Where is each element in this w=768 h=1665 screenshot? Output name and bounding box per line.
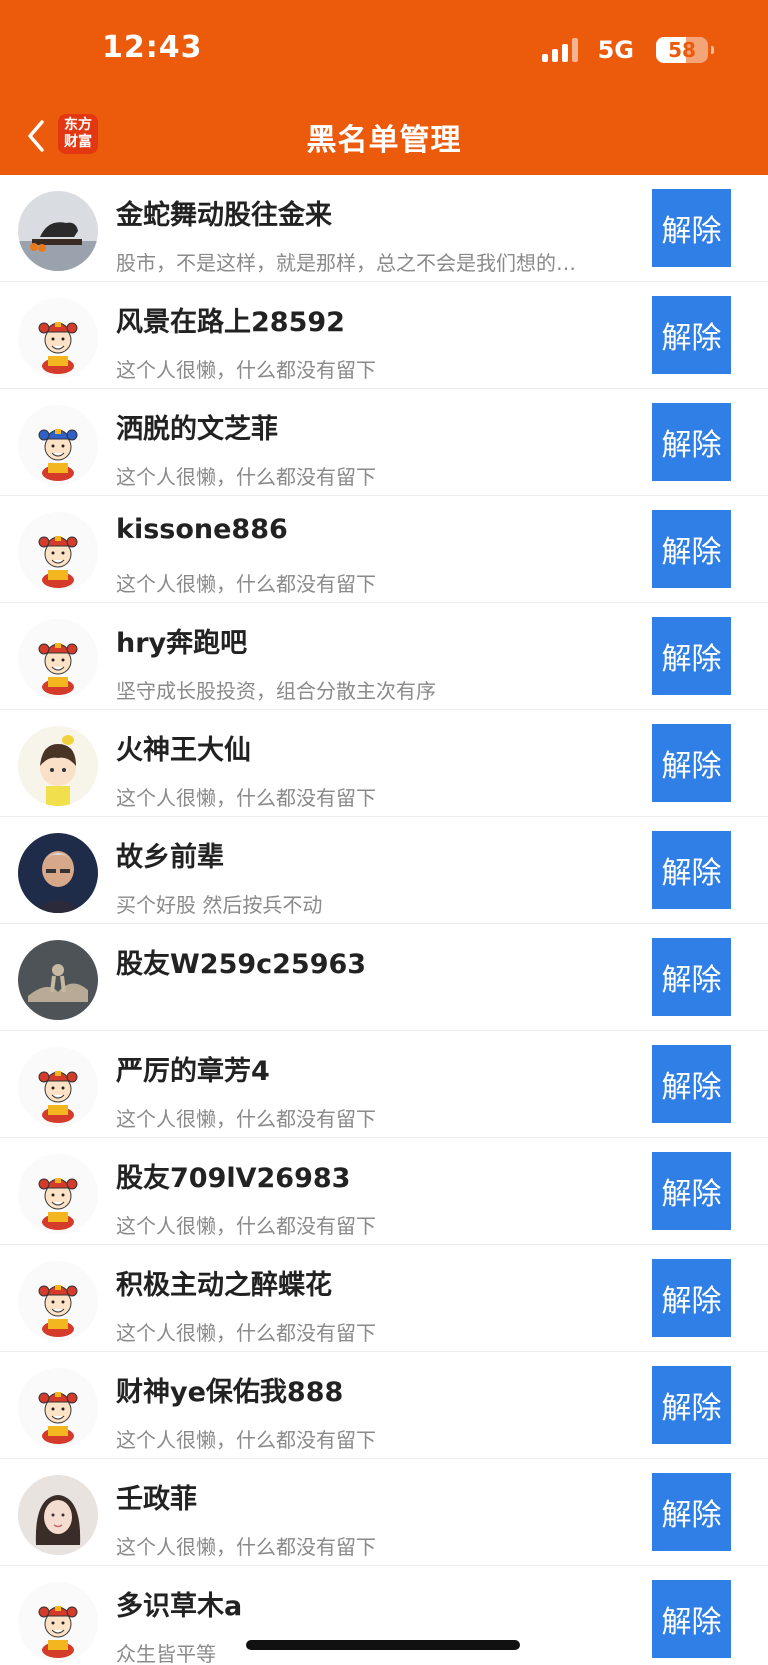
user-name[interactable]: 股友W259c25963 bbox=[116, 942, 366, 981]
user-name[interactable]: 风景在路上28592 bbox=[116, 300, 345, 339]
user-name[interactable]: 财神ye保佑我888 bbox=[116, 1370, 343, 1409]
unblock-button[interactable]: 解除 bbox=[652, 510, 731, 588]
unblock-button[interactable]: 解除 bbox=[652, 403, 731, 481]
user-signature: 坚守成长股投资，组合分散主次有序 bbox=[116, 679, 436, 703]
user-name[interactable]: hry奔跑吧 bbox=[116, 621, 247, 660]
status-icons: 5G 58 bbox=[541, 36, 714, 64]
user-signature: 这个人很懒，什么都没有留下 bbox=[116, 1214, 376, 1238]
unblock-button[interactable]: 解除 bbox=[652, 938, 731, 1016]
unblock-button[interactable]: 解除 bbox=[652, 617, 731, 695]
avatar[interactable] bbox=[18, 1368, 98, 1448]
list-item[interactable]: 积极主动之醉蝶花这个人很懒，什么都没有留下 解除 bbox=[0, 1245, 768, 1352]
list-item[interactable]: 股友W259c25963 解除 bbox=[0, 924, 768, 1031]
user-name[interactable]: 股友709lV26983 bbox=[116, 1156, 350, 1195]
unblock-button[interactable]: 解除 bbox=[652, 1259, 731, 1337]
avatar[interactable] bbox=[18, 1475, 98, 1555]
home-indicator[interactable] bbox=[246, 1640, 520, 1650]
list-item[interactable]: 故乡前辈买个好股 然后按兵不动 解除 bbox=[0, 817, 768, 924]
blacklist: 金蛇舞动股往金来股市，不是这样，就是那样，总之不会是我们想的… 解除 风景在路上2… bbox=[0, 175, 768, 1665]
unblock-button[interactable]: 解除 bbox=[652, 189, 731, 267]
header: 12:43 5G 58 东方 财富 黑名单管理 bbox=[0, 0, 768, 175]
avatar[interactable] bbox=[18, 619, 98, 699]
user-name[interactable]: 火神王大仙 bbox=[116, 728, 251, 767]
unblock-button[interactable]: 解除 bbox=[652, 1580, 731, 1658]
network-label: 5G bbox=[597, 36, 634, 64]
signal-icon bbox=[541, 38, 578, 62]
unblock-button[interactable]: 解除 bbox=[652, 724, 731, 802]
list-item[interactable]: 火神王大仙这个人很懒，什么都没有留下 解除 bbox=[0, 710, 768, 817]
user-name[interactable]: 积极主动之醉蝶花 bbox=[116, 1263, 332, 1302]
battery-icon: 58 bbox=[656, 37, 714, 63]
list-item[interactable]: 股友709lV26983 这个人很懒，什么都没有留下 解除 bbox=[0, 1138, 768, 1245]
unblock-button[interactable]: 解除 bbox=[652, 1045, 731, 1123]
unblock-button[interactable]: 解除 bbox=[652, 1152, 731, 1230]
user-signature: 这个人很懒，什么都没有留下 bbox=[116, 1321, 376, 1345]
avatar[interactable] bbox=[18, 1047, 98, 1127]
user-name[interactable]: 故乡前辈 bbox=[116, 835, 224, 874]
user-name[interactable]: 洒脱的文芝菲 bbox=[116, 407, 278, 446]
blacklist-screen: 12:43 5G 58 东方 财富 黑名单管理 金蛇舞动股往金来 股市，不是这样… bbox=[0, 0, 768, 1665]
user-signature: 这个人很懒，什么都没有留下 bbox=[116, 1535, 376, 1559]
avatar[interactable] bbox=[18, 1261, 98, 1341]
unblock-button[interactable]: 解除 bbox=[652, 296, 731, 374]
user-name[interactable]: 壬政菲 bbox=[116, 1477, 197, 1516]
list-item[interactable]: 洒脱的文芝菲这个人很懒，什么都没有留下 解除 bbox=[0, 389, 768, 496]
user-signature: 这个人很懒，什么都没有留下 bbox=[116, 572, 376, 596]
user-name[interactable]: 金蛇舞动股往金来 bbox=[116, 193, 332, 232]
user-name[interactable]: 严厉的章芳4 bbox=[116, 1049, 270, 1088]
user-name[interactable]: kissone886 bbox=[116, 514, 288, 545]
unblock-button[interactable]: 解除 bbox=[652, 831, 731, 909]
avatar[interactable] bbox=[18, 405, 98, 485]
user-signature: 这个人很懒，什么都没有留下 bbox=[116, 1107, 376, 1131]
avatar[interactable] bbox=[18, 1582, 98, 1662]
list-item[interactable]: 严厉的章芳4 这个人很懒，什么都没有留下 解除 bbox=[0, 1031, 768, 1138]
avatar[interactable] bbox=[18, 512, 98, 592]
user-signature: 这个人很懒，什么都没有留下 bbox=[116, 786, 376, 810]
list-item[interactable]: 金蛇舞动股往金来股市，不是这样，就是那样，总之不会是我们想的… 解除 bbox=[0, 175, 768, 282]
user-signature: 股市，不是这样，就是那样，总之不会是我们想的… bbox=[116, 251, 576, 275]
user-signature: 这个人很懒，什么都没有留下 bbox=[116, 1428, 376, 1452]
list-item[interactable]: kissone886 这个人很懒，什么都没有留下 解除 bbox=[0, 496, 768, 603]
user-signature: 这个人很懒，什么都没有留下 bbox=[116, 465, 376, 489]
battery-level: 58 bbox=[668, 38, 696, 62]
list-item[interactable]: 多识草木a 众生皆平等 解除 bbox=[0, 1566, 768, 1665]
unblock-button[interactable]: 解除 bbox=[652, 1366, 731, 1444]
list-item[interactable]: 财神ye保佑我888 这个人很懒，什么都没有留下 解除 bbox=[0, 1352, 768, 1459]
avatar[interactable] bbox=[18, 191, 98, 271]
list-item[interactable]: 壬政菲这个人很懒，什么都没有留下 解除 bbox=[0, 1459, 768, 1566]
avatar[interactable] bbox=[18, 726, 98, 806]
list-item[interactable]: 风景在路上28592 这个人很懒，什么都没有留下 解除 bbox=[0, 282, 768, 389]
page-title: 黑名单管理 bbox=[306, 123, 462, 158]
avatar[interactable] bbox=[18, 940, 98, 1020]
user-signature: 买个好股 然后按兵不动 bbox=[116, 893, 323, 917]
avatar[interactable] bbox=[18, 1154, 98, 1234]
unblock-button[interactable]: 解除 bbox=[652, 1473, 731, 1551]
user-signature: 这个人很懒，什么都没有留下 bbox=[116, 358, 376, 382]
avatar[interactable] bbox=[18, 833, 98, 913]
avatar[interactable] bbox=[18, 298, 98, 378]
user-name[interactable]: 多识草木a bbox=[116, 1584, 242, 1623]
list-item[interactable]: hry奔跑吧坚守成长股投资，组合分散主次有序 解除 bbox=[0, 603, 768, 710]
status-time: 12:43 bbox=[102, 30, 203, 65]
